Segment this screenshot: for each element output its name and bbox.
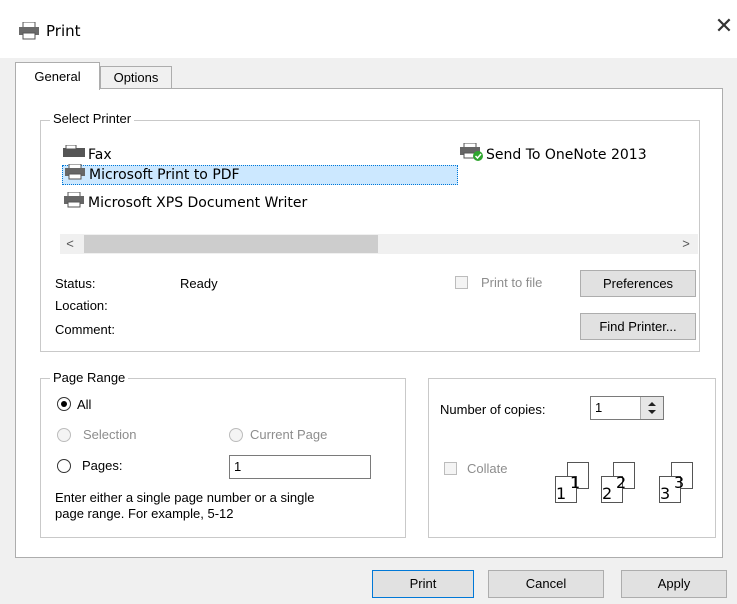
number-of-copies-label: Number of copies: — [440, 402, 546, 417]
title-bar — [0, 0, 737, 58]
location-label: Location: — [55, 298, 108, 313]
print-to-file-label: Print to file — [481, 275, 543, 290]
comment-label: Comment: — [55, 322, 115, 337]
printer-icon — [63, 163, 89, 186]
window-title: Print — [46, 22, 81, 40]
tab-options[interactable]: Options — [100, 66, 172, 89]
printer-name: Microsoft Print to PDF — [89, 167, 240, 183]
select-printer-label: Select Printer — [50, 111, 135, 126]
pages-input[interactable]: 1 — [229, 455, 371, 479]
copies-spinner[interactable] — [640, 397, 663, 419]
page-range-selection-radio[interactable] — [57, 428, 71, 442]
page-range-hint-line1: Enter either a single page number or a s… — [55, 490, 315, 505]
preferences-button[interactable]: Preferences — [580, 270, 696, 297]
printer-icon — [18, 21, 40, 43]
cancel-button[interactable]: Cancel — [488, 570, 604, 598]
find-printer-button[interactable]: Find Printer... — [580, 313, 696, 340]
close-icon[interactable]: ✕ — [712, 14, 736, 38]
page-range-selection-label: Selection — [83, 427, 137, 442]
scrollbar-thumb[interactable] — [84, 235, 378, 253]
printer-item-microsoft-print-to-pdf[interactable]: Microsoft Print to PDF — [62, 163, 458, 186]
collate-label: Collate — [467, 461, 508, 476]
page-range-label: Page Range — [50, 370, 129, 385]
fax-icon — [62, 144, 88, 165]
printer-name: Fax — [88, 147, 112, 163]
page-range-hint-line2: page range. For example, 5-12 — [55, 506, 234, 521]
printer-item-send-to-onenote-2013[interactable]: Send To OneNote 2013 — [458, 142, 698, 167]
collate-page-number: 2 — [616, 473, 627, 492]
printer-name: Send To OneNote 2013 — [486, 147, 647, 163]
printer-item-microsoft-xps-document-writer[interactable]: Microsoft XPS Document Writer — [62, 191, 382, 214]
page-range-current-page-radio[interactable] — [229, 428, 243, 442]
collate-page-number: 2 — [602, 484, 613, 503]
page-range-current-page-label: Current Page — [250, 427, 328, 442]
onenote-printer-icon — [458, 142, 486, 167]
page-range-pages-label: Pages: — [82, 458, 123, 473]
status-value: Ready — [180, 276, 218, 291]
status-label: Status: — [55, 276, 96, 291]
collate-page-number: 1 — [556, 484, 567, 503]
apply-button[interactable]: Apply — [621, 570, 727, 598]
collate-illustration: 1 1 2 2 3 3 — [545, 462, 715, 516]
printer-name: Microsoft XPS Document Writer — [88, 195, 308, 211]
scroll-right-arrow-icon[interactable]: > — [678, 236, 694, 252]
printer-icon — [62, 191, 88, 214]
page-range-all-radio[interactable] — [57, 397, 71, 411]
collate-checkbox[interactable] — [444, 462, 457, 475]
print-to-file-checkbox[interactable] — [455, 276, 468, 289]
scroll-left-arrow-icon[interactable]: < — [62, 236, 78, 252]
page-range-all-label: All — [77, 397, 92, 412]
printer-item-fax[interactable]: Fax — [62, 144, 212, 165]
print-button[interactable]: Print — [372, 570, 474, 598]
spinner-arrows-icon — [648, 402, 656, 414]
collate-page-number: 1 — [570, 473, 581, 492]
page-range-pages-radio[interactable] — [57, 459, 71, 473]
collate-page-number: 3 — [674, 473, 685, 492]
tab-general[interactable]: General — [15, 62, 100, 90]
collate-page-number: 3 — [660, 484, 671, 503]
